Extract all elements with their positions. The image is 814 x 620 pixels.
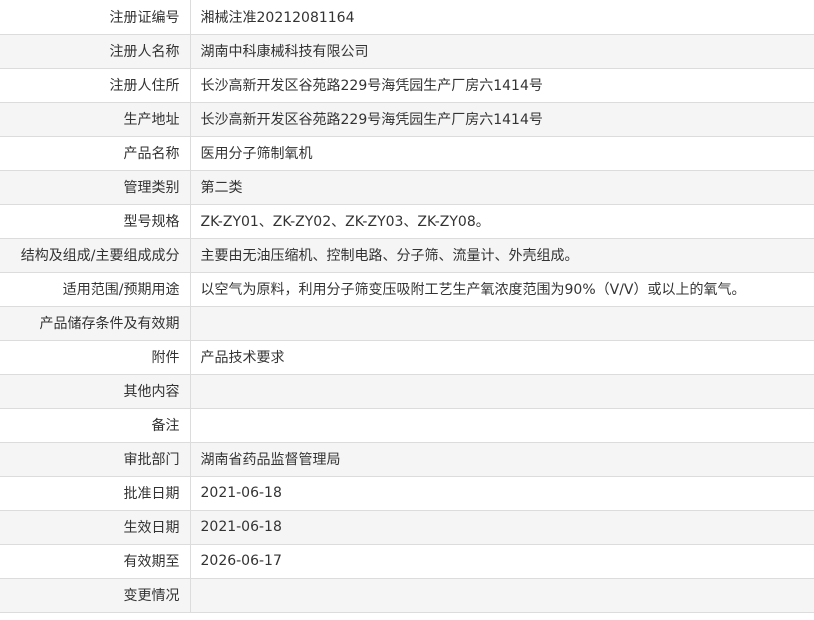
table-row: 生产地址 长沙高新开发区谷苑路229号海凭园生产厂房六1414号 xyxy=(0,101,814,137)
field-value-attachment: 产品技术要求 xyxy=(189,339,814,375)
field-value-approval-department: 湖南省药品监督管理局 xyxy=(189,441,814,477)
field-label-storage-validity: 产品储存条件及有效期 xyxy=(0,305,191,341)
field-value-intended-use: 以空气为原料，利用分子筛变压吸附工艺生产氧浓度范围为90%（V/V）或以上的氧气… xyxy=(189,271,814,307)
field-value-model-spec: ZK-ZY01、ZK-ZY02、ZK-ZY03、ZK-ZY08。 xyxy=(189,203,814,239)
field-value-registrant-address: 长沙高新开发区谷苑路229号海凭园生产厂房六1414号 xyxy=(189,67,814,103)
field-label-production-address: 生产地址 xyxy=(0,101,191,137)
table-row: 变更情况 xyxy=(0,577,814,613)
field-label-intended-use: 适用范围/预期用途 xyxy=(0,271,191,307)
table-row: 注册证编号 湘械注准20212081164 xyxy=(0,0,814,35)
table-row: 结构及组成/主要组成成分 主要由无油压缩机、控制电路、分子筛、流量计、外壳组成。 xyxy=(0,237,814,273)
field-label-registrant-name: 注册人名称 xyxy=(0,33,191,69)
table-row: 备注 xyxy=(0,407,814,443)
field-label-product-name: 产品名称 xyxy=(0,135,191,171)
field-label-management-category: 管理类别 xyxy=(0,169,191,205)
table-row: 产品储存条件及有效期 xyxy=(0,305,814,341)
field-value-change-history xyxy=(189,577,814,613)
field-value-approval-date: 2021-06-18 xyxy=(189,475,814,511)
table-row: 型号规格 ZK-ZY01、ZK-ZY02、ZK-ZY03、ZK-ZY08。 xyxy=(0,203,814,239)
table-row: 批准日期 2021-06-18 xyxy=(0,475,814,511)
field-label-change-history: 变更情况 xyxy=(0,577,191,613)
table-row: 生效日期 2021-06-18 xyxy=(0,509,814,545)
table-row: 审批部门 湖南省药品监督管理局 xyxy=(0,441,814,477)
field-label-registration-number: 注册证编号 xyxy=(0,0,191,35)
field-value-storage-validity xyxy=(189,305,814,341)
field-value-registrant-name: 湖南中科康械科技有限公司 xyxy=(189,33,814,69)
field-value-effective-date: 2021-06-18 xyxy=(189,509,814,545)
field-value-registration-number: 湘械注准20212081164 xyxy=(189,0,814,35)
table-row: 注册人住所 长沙高新开发区谷苑路229号海凭园生产厂房六1414号 xyxy=(0,67,814,103)
field-label-approval-department: 审批部门 xyxy=(0,441,191,477)
field-label-model-spec: 型号规格 xyxy=(0,203,191,239)
field-value-other-content xyxy=(189,373,814,409)
field-value-production-address: 长沙高新开发区谷苑路229号海凭园生产厂房六1414号 xyxy=(189,101,814,137)
field-label-registrant-address: 注册人住所 xyxy=(0,67,191,103)
table-row: 产品名称 医用分子筛制氧机 xyxy=(0,135,814,171)
field-label-expiry-date: 有效期至 xyxy=(0,543,191,579)
table-row: 管理类别 第二类 xyxy=(0,169,814,205)
field-label-approval-date: 批准日期 xyxy=(0,475,191,511)
field-value-product-name: 医用分子筛制氧机 xyxy=(189,135,814,171)
field-value-structure-composition: 主要由无油压缩机、控制电路、分子筛、流量计、外壳组成。 xyxy=(189,237,814,273)
field-label-attachment: 附件 xyxy=(0,339,191,375)
table-row: 注册人名称 湖南中科康械科技有限公司 xyxy=(0,33,814,69)
field-label-structure-composition: 结构及组成/主要组成成分 xyxy=(0,237,191,273)
field-label-remarks: 备注 xyxy=(0,407,191,443)
field-label-effective-date: 生效日期 xyxy=(0,509,191,545)
table-row: 其他内容 xyxy=(0,373,814,409)
table-row: 适用范围/预期用途 以空气为原料，利用分子筛变压吸附工艺生产氧浓度范围为90%（… xyxy=(0,271,814,307)
table-row: 附件 产品技术要求 xyxy=(0,339,814,375)
field-value-management-category: 第二类 xyxy=(189,169,814,205)
field-value-expiry-date: 2026-06-17 xyxy=(189,543,814,579)
table-row: 有效期至 2026-06-17 xyxy=(0,543,814,579)
field-value-remarks xyxy=(189,407,814,443)
field-label-other-content: 其他内容 xyxy=(0,373,191,409)
registration-detail-table: 注册证编号 湘械注准20212081164 注册人名称 湖南中科康械科技有限公司… xyxy=(0,0,814,613)
